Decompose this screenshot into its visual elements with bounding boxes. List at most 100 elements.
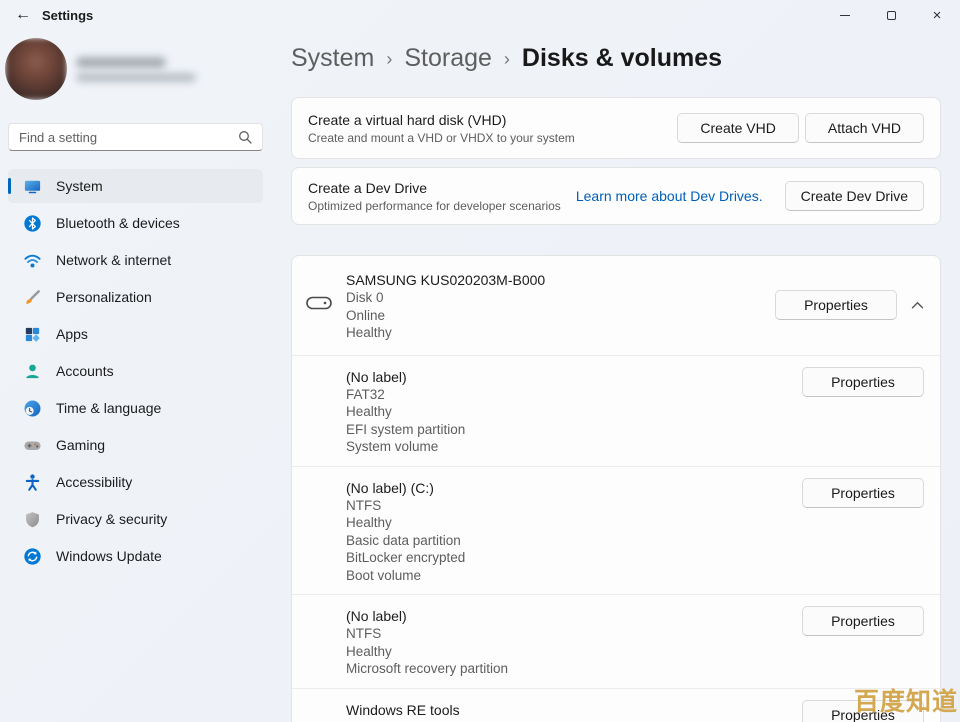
accessibility-person-icon: [22, 472, 42, 492]
volume-partition-type: Basic data partition: [346, 532, 802, 550]
sidebar-item-label: Accounts: [56, 363, 114, 379]
volume-encryption: BitLocker encrypted: [346, 549, 802, 567]
volume-filesystem: NTFS: [346, 719, 802, 722]
person-icon: [22, 361, 42, 381]
create-vhd-button[interactable]: Create VHD: [677, 113, 798, 143]
sidebar-item-bluetooth-devices[interactable]: Bluetooth & devices: [8, 206, 263, 240]
wifi-icon: [22, 250, 42, 270]
search-input[interactable]: [19, 130, 232, 145]
dev-drive-card-title: Create a Dev Drive: [308, 180, 576, 196]
disk-status-online: Online: [346, 307, 775, 325]
volume-filesystem: FAT32: [346, 386, 802, 404]
apps-icon: [22, 324, 42, 344]
volume-properties-button[interactable]: Properties: [802, 606, 924, 636]
disk-number: Disk 0: [346, 289, 775, 307]
volume-title: Windows RE tools: [346, 701, 802, 719]
volume-row-c-drive: (No label) (C:) NTFS Healthy Basic data …: [292, 467, 940, 596]
gamepad-icon: [22, 435, 42, 455]
volume-partition-type: Microsoft recovery partition: [346, 660, 802, 678]
page-title: Disks & volumes: [522, 44, 722, 73]
sidebar-item-accounts[interactable]: Accounts: [8, 354, 263, 388]
search-icon: [238, 130, 252, 144]
volume-health: Healthy: [346, 643, 802, 661]
sidebar-item-gaming[interactable]: Gaming: [8, 428, 263, 462]
titlebar: ← Settings ×: [0, 0, 960, 30]
bluetooth-icon: [22, 213, 42, 233]
sidebar-item-privacy-security[interactable]: Privacy & security: [8, 502, 263, 536]
window-controls: ×: [822, 0, 960, 30]
chevron-right-icon: ›: [504, 47, 510, 70]
sidebar-item-network-internet[interactable]: Network & internet: [8, 243, 263, 277]
sidebar-item-windows-update[interactable]: Windows Update: [8, 539, 263, 573]
breadcrumb: System › Storage › Disks & volumes: [291, 44, 722, 73]
volume-title: (No label): [346, 607, 802, 625]
sidebar-item-label: Accessibility: [56, 474, 132, 490]
vhd-card: Create a virtual hard disk (VHD) Create …: [291, 97, 941, 159]
sidebar-item-label: System: [56, 178, 103, 194]
dev-drive-learn-more-link[interactable]: Learn more about Dev Drives.: [576, 188, 763, 204]
sidebar-item-label: Privacy & security: [56, 511, 167, 527]
minimize-button[interactable]: [822, 0, 868, 30]
watermark: 百度知道: [854, 682, 958, 718]
volume-properties-button[interactable]: Properties: [802, 367, 924, 397]
disk-properties-button[interactable]: Properties: [775, 290, 897, 320]
volume-health: Healthy: [346, 514, 802, 532]
volume-filesystem: NTFS: [346, 625, 802, 643]
disk-list-card: SAMSUNG KUS020203M-B000 Disk 0 Online He…: [291, 255, 941, 722]
volume-title: (No label) (C:): [346, 479, 802, 497]
disk-row-samsung: SAMSUNG KUS020203M-B000 Disk 0 Online He…: [292, 256, 940, 356]
maximize-icon: [887, 11, 896, 20]
sidebar-nav: System Bluetooth & devices Network & int…: [8, 169, 263, 576]
sidebar-item-label: Windows Update: [56, 548, 162, 564]
sidebar-item-label: Bluetooth & devices: [56, 215, 180, 231]
close-button[interactable]: ×: [914, 0, 960, 30]
disk-title: SAMSUNG KUS020203M-B000: [346, 271, 775, 289]
clock-globe-icon: [22, 398, 42, 418]
volume-title: (No label): [346, 368, 802, 386]
close-icon: ×: [933, 8, 942, 23]
sidebar-item-personalization[interactable]: Personalization: [8, 280, 263, 314]
minimize-icon: [840, 15, 850, 16]
volume-row-efi: (No label) FAT32 Healthy EFI system part…: [292, 356, 940, 467]
vhd-card-subtitle: Create and mount a VHD or VHDX to your s…: [308, 131, 677, 145]
disk-drive-icon: [306, 295, 332, 316]
volume-role: System volume: [346, 438, 802, 456]
sidebar-item-label: Apps: [56, 326, 88, 342]
vhd-card-title: Create a virtual hard disk (VHD): [308, 112, 677, 128]
back-button[interactable]: ←: [6, 0, 40, 30]
volume-row-recovery: (No label) NTFS Healthy Microsoft recove…: [292, 595, 940, 689]
attach-vhd-button[interactable]: Attach VHD: [805, 113, 924, 143]
volume-properties-button[interactable]: Properties: [802, 478, 924, 508]
breadcrumb-storage[interactable]: Storage: [404, 44, 492, 73]
avatar-photo-blurred: [5, 38, 67, 100]
create-dev-drive-button[interactable]: Create Dev Drive: [785, 181, 924, 211]
user-email-blurred: [76, 73, 196, 82]
update-icon: [22, 546, 42, 566]
app-title: Settings: [42, 0, 93, 30]
user-name-blurred: [76, 57, 166, 68]
paintbrush-icon: [22, 287, 42, 307]
shield-icon: [22, 509, 42, 529]
disk-status-health: Healthy: [346, 324, 775, 342]
sidebar-item-label: Time & language: [56, 400, 161, 416]
volume-health: Healthy: [346, 403, 802, 421]
breadcrumb-system[interactable]: System: [291, 44, 374, 73]
chevron-up-icon[interactable]: [910, 301, 924, 310]
sidebar-item-time-language[interactable]: Time & language: [8, 391, 263, 425]
sidebar-item-apps[interactable]: Apps: [8, 317, 263, 351]
sidebar-item-system[interactable]: System: [8, 169, 263, 203]
sidebar-item-accessibility[interactable]: Accessibility: [8, 465, 263, 499]
volume-row-windows-re: Windows RE tools NTFS Healthy Properties: [292, 689, 940, 722]
sidebar-item-label: Network & internet: [56, 252, 171, 268]
back-arrow-icon: ←: [15, 6, 31, 24]
volume-filesystem: NTFS: [346, 497, 802, 515]
selected-indicator: [8, 178, 11, 194]
avatar: [5, 38, 67, 100]
sidebar-item-label: Gaming: [56, 437, 105, 453]
maximize-button[interactable]: [868, 0, 914, 30]
search-box[interactable]: [8, 123, 263, 151]
system-icon: [22, 176, 42, 196]
dev-drive-card: Create a Dev Drive Optimized performance…: [291, 167, 941, 225]
dev-drive-card-subtitle: Optimized performance for developer scen…: [308, 199, 576, 213]
volume-role: Boot volume: [346, 567, 802, 585]
